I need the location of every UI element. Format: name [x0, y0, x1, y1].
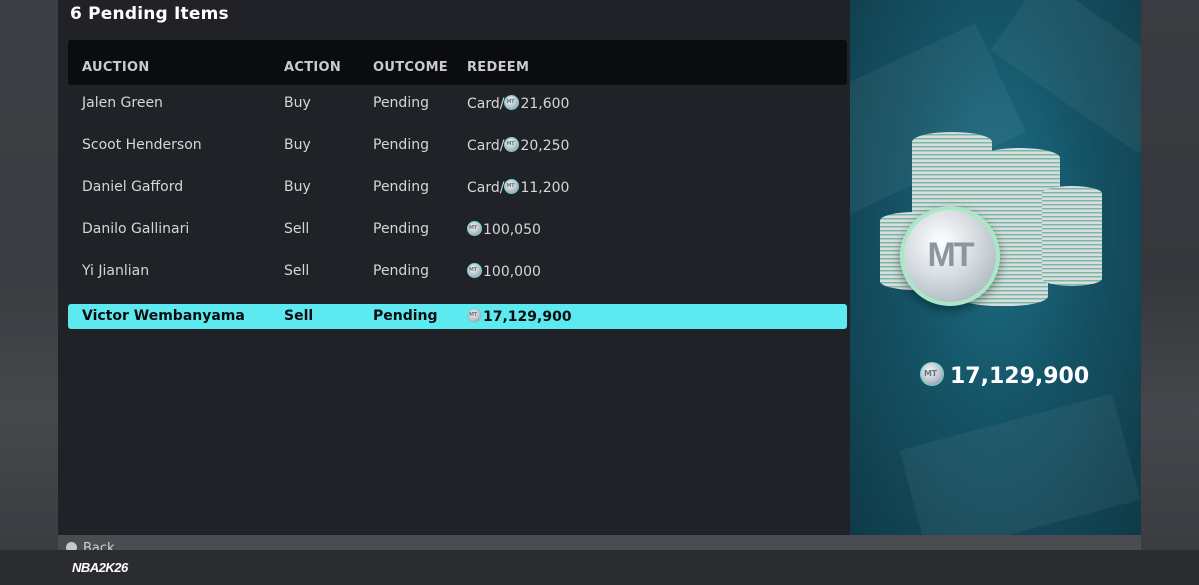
- auction-cell: Scoot Henderson: [82, 137, 202, 153]
- panel-title: 6 Pending Items: [70, 4, 229, 24]
- table-row[interactable]: Daniel Gafford Buy Pending Card/11,200: [68, 175, 847, 200]
- redeem-cell: Card/11,200: [467, 179, 569, 196]
- table-row[interactable]: Scoot Henderson Buy Pending Card/20,250: [68, 133, 847, 158]
- outcome-cell: Pending: [373, 95, 429, 111]
- action-cell: Sell: [284, 221, 310, 237]
- redeem-amount: 21,600: [520, 96, 570, 112]
- reward-total: 17,129,900: [920, 362, 1089, 390]
- table-row[interactable]: Jalen Green Buy Pending Card/21,600: [68, 91, 847, 116]
- redeem-cell: 17,129,900: [467, 308, 572, 325]
- reward-preview-panel: MT 17,129,900: [850, 0, 1141, 535]
- action-cell: Sell: [284, 308, 314, 324]
- redeem-prefix: Card/: [467, 180, 505, 196]
- auction-cell: Yi Jianlian: [82, 263, 150, 279]
- header-action: ACTION: [284, 60, 342, 75]
- auction-cell: Victor Wembanyama: [82, 308, 245, 324]
- nba2k26-logo: NBA2K26: [72, 560, 128, 575]
- background-left: [0, 0, 58, 550]
- header-outcome: OUTCOME: [373, 60, 448, 75]
- action-cell: Buy: [284, 137, 311, 153]
- footer-bar: NBA2K26: [0, 550, 1199, 585]
- action-cell: Buy: [284, 95, 311, 111]
- mt-coin-icon: [504, 137, 520, 152]
- redeem-prefix: Card/: [467, 96, 505, 112]
- mt-coin-icon: MT: [900, 206, 1000, 306]
- auction-cell: Jalen Green: [82, 95, 163, 111]
- table-header: AUCTION ACTION OUTCOME REDEEM: [68, 40, 847, 85]
- header-redeem: REDEEM: [467, 60, 530, 75]
- mt-coin-icon: [920, 362, 944, 386]
- action-cell: Buy: [284, 179, 311, 195]
- outcome-cell: Pending: [373, 263, 429, 279]
- mt-coin-icon: [467, 308, 482, 323]
- outcome-cell: Pending: [373, 221, 429, 237]
- coin-stack: [1042, 186, 1102, 286]
- action-cell: Sell: [284, 263, 310, 279]
- redeem-prefix: Card/: [467, 138, 505, 154]
- redeem-cell: 100,050: [467, 221, 541, 238]
- table-row[interactable]: Yi Jianlian Sell Pending 100,000: [68, 259, 847, 284]
- redeem-cell: Card/21,600: [467, 95, 569, 112]
- redeem-amount: 11,200: [520, 180, 570, 196]
- bottom-bar: Back: [58, 535, 1141, 556]
- reward-total-amount: 17,129,900: [950, 364, 1090, 389]
- pending-items-panel: 6 Pending Items AUCTION ACTION OUTCOME R…: [58, 0, 850, 535]
- header-auction: AUCTION: [82, 60, 150, 75]
- redeem-amount: 100,050: [483, 222, 541, 238]
- mt-coin-icon: [467, 263, 482, 278]
- auction-cell: Danilo Gallinari: [82, 221, 190, 237]
- mt-coin-icon: [467, 221, 482, 236]
- mt-coin-icon: [504, 179, 520, 194]
- redeem-amount: 17,129,900: [483, 309, 572, 325]
- background-shard: [899, 393, 1141, 535]
- mt-coin-icon: [504, 95, 520, 110]
- redeem-cell: Card/20,250: [467, 137, 569, 154]
- coin-label: MT: [927, 236, 974, 274]
- background-right: [1141, 0, 1199, 550]
- redeem-amount: 20,250: [520, 138, 570, 154]
- redeem-amount: 100,000: [483, 264, 541, 280]
- outcome-cell: Pending: [373, 179, 429, 195]
- outcome-cell: Pending: [373, 137, 429, 153]
- auction-cell: Daniel Gafford: [82, 179, 184, 195]
- table-row-selected[interactable]: Victor Wembanyama Sell Pending 17,129,90…: [68, 304, 847, 329]
- table-row[interactable]: Danilo Gallinari Sell Pending 100,050: [68, 217, 847, 242]
- redeem-cell: 100,000: [467, 263, 541, 280]
- outcome-cell: Pending: [373, 308, 438, 324]
